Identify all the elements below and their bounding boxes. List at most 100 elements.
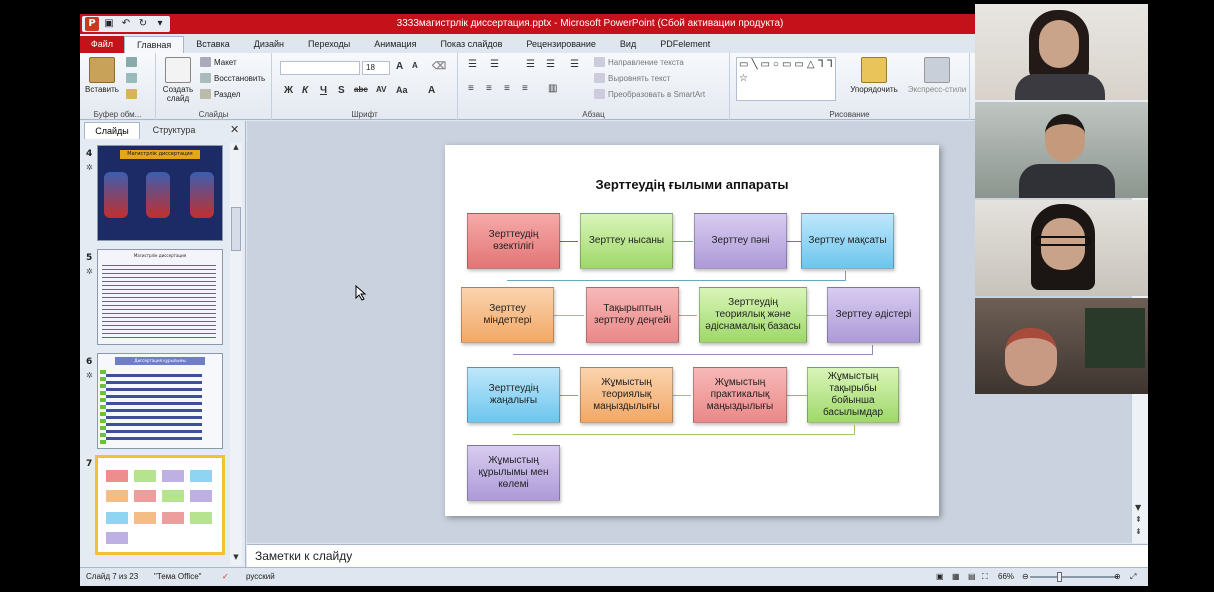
tab-pdfelement[interactable]: PDFelement <box>648 36 722 53</box>
shapes-gallery[interactable]: ▭╲▭○▭▭△ᒣᒣ⇨⇩◁△∿⌒{}☆ <box>736 57 836 101</box>
quick-styles-button[interactable]: Экспресс-стили <box>906 57 968 94</box>
italic-button[interactable]: К <box>302 85 308 96</box>
diagram-box[interactable]: Жұмыстың практикалық маңыздылығы <box>693 367 787 423</box>
section-button[interactable]: Раздел <box>200 89 240 99</box>
slide-thumbnail-4[interactable]: Магистрлік диссертация <box>97 145 223 241</box>
diagram-box[interactable]: Зерттеу әдістері <box>827 287 920 343</box>
spacing-button[interactable]: AV <box>376 85 387 94</box>
arrow-connector <box>507 280 846 281</box>
undo-icon[interactable]: ↶ <box>119 17 133 31</box>
align-left-icon[interactable]: ≡ <box>468 83 474 94</box>
font-name-combo[interactable] <box>280 61 360 75</box>
font-size-combo[interactable]: 18 <box>362 61 390 75</box>
tab-insert[interactable]: Вставка <box>184 36 241 53</box>
language-label[interactable]: русский <box>246 572 275 581</box>
slideshow-view-icon[interactable]: ⛶ <box>982 572 988 582</box>
diagram-box[interactable]: Жұмыстың тақырыбы бойынша басылымдар <box>807 367 899 423</box>
spellcheck-icon[interactable]: ✓ <box>222 572 229 581</box>
tab-file[interactable]: Файл <box>80 36 124 53</box>
diagram-box[interactable]: Зерттеу пәні <box>694 213 787 269</box>
tab-view[interactable]: Вид <box>608 36 648 53</box>
format-painter-button[interactable] <box>126 89 137 99</box>
diagram-box[interactable]: Тақырыптың зерттелу деңгейі <box>586 287 679 343</box>
diagram-box[interactable]: Зерттеу нысаны <box>580 213 673 269</box>
new-slide-button[interactable]: Создать слайд <box>158 57 198 103</box>
new-slide-icon <box>165 57 191 83</box>
sorter-view-icon[interactable]: ▦ <box>952 572 960 581</box>
tab-design[interactable]: Дизайн <box>242 36 296 53</box>
paste-button[interactable]: Вставить <box>82 57 122 94</box>
previous-slide-icon[interactable]: ⇞ <box>1135 515 1142 524</box>
line-spacing-icon[interactable]: ☰ <box>570 59 579 70</box>
cut-button[interactable] <box>126 57 137 67</box>
reset-button[interactable]: Восстановить <box>200 73 265 83</box>
smartart-button[interactable]: Преобразовать в SmartArt <box>594 89 705 99</box>
align-right-icon[interactable]: ≡ <box>504 83 510 94</box>
underline-button[interactable]: Ч <box>320 85 327 96</box>
tab-slideshow[interactable]: Показ слайдов <box>428 36 514 53</box>
scroll-up-icon[interactable]: ▲ <box>231 143 241 151</box>
align-text-button[interactable]: Выровнять текст <box>594 73 670 83</box>
current-slide[interactable]: Зерттеудің ғылыми аппараты Зерттеудің өз… <box>445 145 939 516</box>
zoom-in-icon[interactable]: ⊕ <box>1114 572 1121 581</box>
diagram-box[interactable]: Зерттеу міндеттері <box>461 287 554 343</box>
diagram-box[interactable]: Жұмыстың құрылымы мен көлемі <box>467 445 560 501</box>
tab-home[interactable]: Главная <box>124 36 185 53</box>
grow-font-button[interactable]: A <box>396 61 403 72</box>
strikethrough-button[interactable]: abc <box>354 85 368 94</box>
panel-scrollbar[interactable]: ▲ ▼ <box>230 143 242 565</box>
tab-slides[interactable]: Слайды <box>84 122 140 139</box>
diagram-box[interactable]: Жұмыстың теориялық маңыздылығы <box>580 367 673 423</box>
scroll-down-icon[interactable]: ▼ <box>231 553 241 561</box>
zoom-level[interactable]: 66% <box>998 572 1014 581</box>
scroll-down-icon[interactable]: ▼ <box>1135 503 1141 512</box>
reading-view-icon[interactable]: ▤ <box>968 572 976 581</box>
columns-icon[interactable]: ▥ <box>548 83 557 94</box>
close-panel-icon[interactable]: ✕ <box>230 123 239 136</box>
indent-more-icon[interactable]: ☰ <box>546 59 555 70</box>
align-text-icon <box>594 73 605 83</box>
panel-tabs: Слайды Структура ✕ <box>80 121 246 140</box>
change-case-button[interactable]: Aa <box>396 85 408 95</box>
font-color-button[interactable]: A <box>428 85 435 96</box>
next-slide-icon[interactable]: ⇟ <box>1135 527 1142 536</box>
slide-thumbnail-5[interactable]: Магистрлік диссертация <box>97 249 223 345</box>
notes-pane[interactable]: Заметки к слайду <box>247 544 1148 567</box>
bullets-icon[interactable]: ☰ <box>468 59 477 70</box>
indent-less-icon[interactable]: ☰ <box>526 59 535 70</box>
zoom-slider-thumb[interactable] <box>1057 572 1062 582</box>
thumb-box <box>106 490 128 502</box>
bold-button[interactable]: Ж <box>284 85 293 96</box>
slide-thumbnail-6[interactable]: Диссертация құрылымы <box>97 353 223 449</box>
align-center-icon[interactable]: ≡ <box>486 83 492 94</box>
redo-icon[interactable]: ↻ <box>136 17 150 31</box>
copy-button[interactable] <box>126 73 137 83</box>
text-direction-button[interactable]: Направление текста <box>594 57 684 67</box>
diagram-box[interactable]: Зерттеудің жаңалығы <box>467 367 560 423</box>
layout-button[interactable]: Макет <box>200 57 237 67</box>
tab-outline[interactable]: Структура <box>142 122 206 139</box>
normal-view-icon[interactable]: ▣ <box>936 572 944 581</box>
zoom-out-icon[interactable]: ⊖ <box>1022 572 1029 581</box>
zoom-slider[interactable] <box>1030 576 1118 578</box>
justify-icon[interactable]: ≡ <box>522 83 528 94</box>
clear-format-button[interactable]: ⌫ <box>432 61 446 72</box>
scroll-thumb[interactable] <box>231 207 241 251</box>
numbering-icon[interactable]: ☰ <box>490 59 499 70</box>
slide-thumbnail-7[interactable] <box>95 455 225 555</box>
customize-icon[interactable]: ▾ <box>153 17 167 31</box>
shadow-button[interactable]: S <box>338 85 345 96</box>
diagram-box[interactable]: Зерттеу мақсаты <box>801 213 894 269</box>
slide-number: 6 <box>86 357 93 367</box>
diagram-box[interactable]: Зерттеудің өзектілігі <box>467 213 560 269</box>
tab-review[interactable]: Рецензирование <box>514 36 608 53</box>
slide-title[interactable]: Зерттеудің ғылыми аппараты <box>445 177 939 192</box>
save-icon[interactable]: ▣ <box>102 17 116 31</box>
fit-slide-icon[interactable]: ⤢ <box>1130 572 1136 582</box>
shrink-font-button[interactable]: A <box>412 61 418 70</box>
theme-name[interactable]: "Тема Office" <box>154 572 202 581</box>
arrange-button[interactable]: Упорядочить <box>846 57 902 94</box>
tab-transitions[interactable]: Переходы <box>296 36 362 53</box>
tab-animation[interactable]: Анимация <box>362 36 428 53</box>
diagram-box[interactable]: Зерттеудің теориялық және әдіснамалық ба… <box>699 287 807 343</box>
